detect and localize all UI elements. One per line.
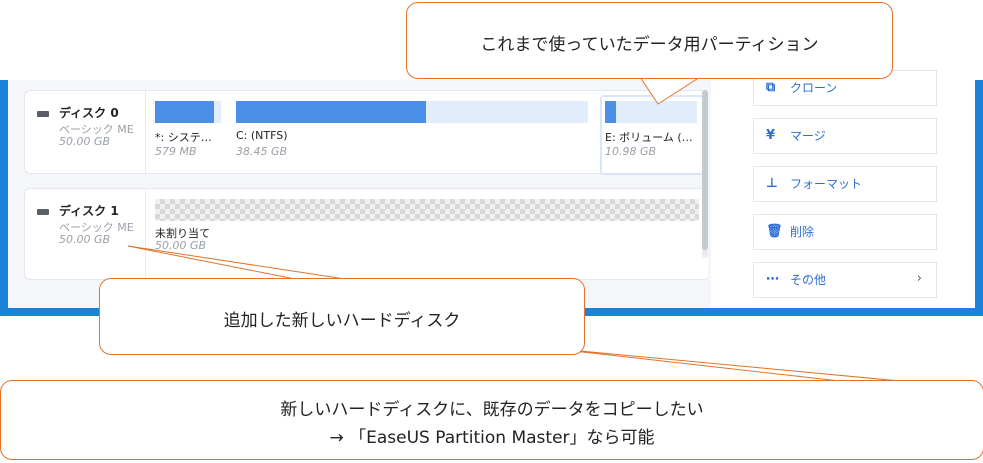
format-button[interactable]: ⊥ フォーマット (753, 166, 937, 202)
clone-label: クローン (790, 81, 838, 95)
delete-icon: 🗑 (766, 224, 783, 239)
format-label: フォーマット (790, 177, 863, 191)
disk-name: ディスク 1 (59, 204, 119, 218)
partition-usage-fill (236, 101, 426, 123)
partition-usage-fill (605, 101, 616, 123)
app-content: ディスク 0 ベーシック ME 50.00 GB *: システ… 579 MB … (8, 70, 975, 308)
partition-usage-bar (605, 101, 697, 123)
unallocated-space-bar[interactable] (155, 199, 699, 221)
disk-list: ディスク 0 ベーシック ME 50.00 GB *: システ… 579 MB … (8, 80, 708, 308)
chevron-right-icon: › (916, 271, 922, 286)
merge-button[interactable]: ¥ マージ (753, 118, 937, 154)
partition-label: E: ボリューム (… (605, 131, 693, 144)
action-panel: ⧉ クローン ¥ マージ ⊥ フォーマット 🗑 削除 ⋯ その他 › (711, 70, 975, 308)
disk-0-info: ディスク 0 ベーシック ME 50.00 GB (25, 91, 146, 173)
disk-1-card[interactable]: ディスク 1 ベーシック ME 50.00 GB 未割り当て 50.00 GB (24, 188, 708, 280)
disk-list-scrollbar[interactable] (702, 90, 708, 258)
callout-text-line1: 新しいハードディスクに、既存のデータをコピーしたい (280, 400, 704, 420)
disk-1-info: ディスク 1 ベーシック ME 50.00 GB (25, 189, 146, 279)
delete-label: 削除 (790, 225, 815, 239)
callout-copy-data: 新しいハードディスクに、既存のデータをコピーしたい → 「EaseUS Part… (0, 380, 983, 460)
more-button[interactable]: ⋯ その他 › (753, 262, 937, 298)
callout-new-disk: 追加した新しいハードディスク (99, 278, 585, 355)
more-icon: ⋯ (766, 272, 779, 287)
disk-0-card[interactable]: ディスク 0 ベーシック ME 50.00 GB *: システ… 579 MB … (24, 90, 708, 175)
hard-disk-icon (37, 209, 49, 215)
callout-text: これまで使っていたデータ用パーティション (480, 35, 819, 55)
partition-size: 10.98 GB (605, 145, 657, 158)
scrollbar-thumb[interactable] (702, 90, 708, 250)
partition-label: C: (NTFS) (236, 129, 288, 142)
callout-text-line2: → 「EaseUS Partition Master」なら可能 (329, 428, 655, 448)
callout-text: 追加した新しいハードディスク (223, 311, 461, 331)
merge-label: マージ (790, 129, 826, 143)
callout-existing-partition: これまで使っていたデータ用パーティション (406, 2, 893, 79)
partition-size: 579 MB (155, 145, 197, 158)
partition-label: *: システ… (155, 131, 212, 144)
hard-disk-icon (37, 111, 49, 117)
disk-size: 50.00 GB (59, 233, 111, 246)
disk-size: 50.00 GB (59, 135, 111, 148)
clone-icon: ⧉ (766, 80, 776, 95)
format-icon: ⊥ (766, 176, 778, 191)
partition-usage-fill (155, 101, 214, 123)
disk-name: ディスク 0 (59, 106, 119, 120)
unallocated-size: 50.00 GB (155, 239, 207, 252)
delete-button[interactable]: 🗑 削除 (753, 214, 937, 250)
merge-icon: ¥ (766, 128, 776, 143)
more-label: その他 (790, 273, 827, 287)
partition-size: 38.45 GB (236, 145, 288, 158)
